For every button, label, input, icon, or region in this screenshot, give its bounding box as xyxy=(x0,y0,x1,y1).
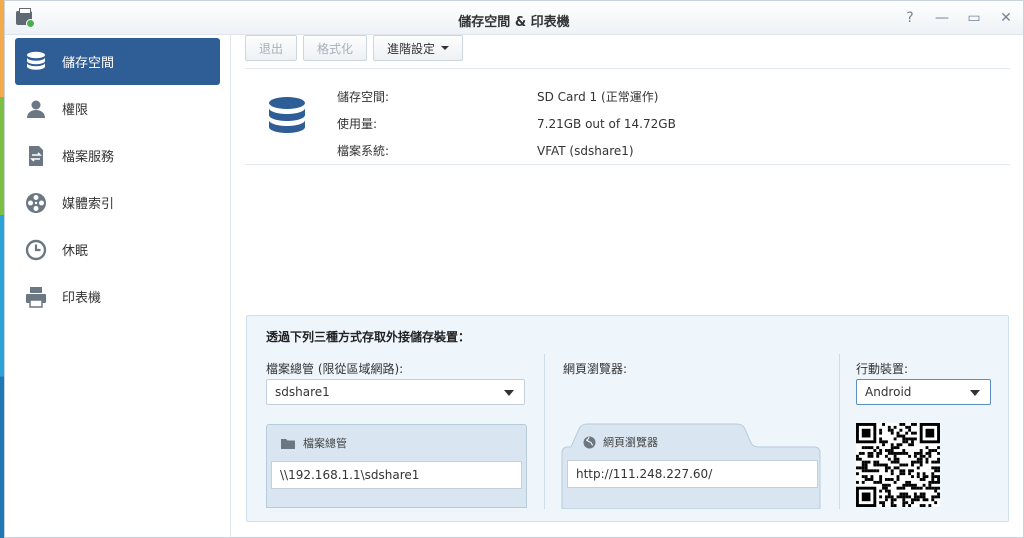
file-manager-label: 檔案總管 (限從區域網路): xyxy=(266,362,404,376)
info-row-storage: 儲存空間: SD Card 1 (正常運作) xyxy=(337,83,676,110)
browser-url-field[interactable]: http://111.248.227.60/ xyxy=(567,460,818,488)
network-path-field[interactable]: \\192.168.1.1\sdshare1 xyxy=(271,461,522,489)
mobile-label: 行動裝置: xyxy=(856,362,909,376)
sidebar-item-hibernation[interactable]: 休眠 xyxy=(15,226,220,273)
eject-button[interactable]: 退出 xyxy=(245,35,298,61)
toolbar: 退出 格式化 進階設定 xyxy=(245,35,464,62)
info-key: 儲存空間: xyxy=(337,90,390,104)
info-value: VFAT (sdshare1) xyxy=(537,143,634,158)
info-row-filesystem: 檔案系統: VFAT (sdshare1) xyxy=(337,137,676,164)
sidebar-item-permissions[interactable]: 權限 xyxy=(15,85,220,132)
chevron-down-icon[interactable] xyxy=(504,390,514,396)
browser-label: 網頁瀏覽器: xyxy=(563,362,628,376)
sidebar-item-label: 印表機 xyxy=(62,291,102,306)
divider xyxy=(245,164,1010,165)
qr-code xyxy=(856,423,940,507)
sidebar-item-storage[interactable]: 儲存空間 xyxy=(15,38,220,85)
globe-icon xyxy=(583,436,596,448)
folder-icon xyxy=(281,438,295,449)
sidebar-item-label: 媒體索引 xyxy=(62,197,115,212)
chevron-down-icon xyxy=(441,46,450,50)
info-value: 7.21GB out of 14.72GB xyxy=(537,116,676,131)
sidebar-item-label: 休眠 xyxy=(62,244,89,259)
clock-icon xyxy=(25,239,47,261)
mobile-platform-select[interactable]: Android xyxy=(856,379,991,405)
sidebar-item-printer[interactable]: 印表機 xyxy=(15,273,220,320)
storage-database-icon xyxy=(268,97,306,142)
access-title: 透過下列三種方式存取外接儲存裝置： xyxy=(266,330,471,344)
info-key: 檔案系統: xyxy=(337,144,390,158)
access-methods-panel: 透過下列三種方式存取外接儲存裝置： 檔案總管 (限從區域網路): sdshare… xyxy=(246,315,1009,522)
window-title: 儲存空間 & 印表機 xyxy=(458,15,570,30)
info-row-usage: 使用量: 7.21GB out of 14.72GB xyxy=(337,110,676,137)
advanced-settings-label: 進階設定 xyxy=(387,41,436,56)
info-key: 使用量: xyxy=(337,117,378,131)
share-select-value: sdshare1 xyxy=(275,385,330,399)
sidebar-item-label: 權限 xyxy=(62,103,89,118)
maximize-icon[interactable]: ▭ xyxy=(965,9,983,27)
format-button[interactable]: 格式化 xyxy=(303,35,368,61)
sidebar-item-label: 檔案服務 xyxy=(62,150,115,165)
advanced-settings-button[interactable]: 進階設定 xyxy=(373,35,464,61)
column-divider xyxy=(544,354,545,509)
file-manager-card: 檔案總管 \\192.168.1.1\sdshare1 xyxy=(266,424,527,508)
main-panel: 退出 格式化 進階設定 儲存空間: SD Card 1 (正常運作) 使用量: … xyxy=(232,35,1023,537)
database-icon xyxy=(25,51,47,73)
minimize-icon[interactable]: — xyxy=(933,9,951,27)
title-bar[interactable]: 儲存空間 & 印表機 ? — ▭ ✕ xyxy=(5,1,1023,35)
share-select[interactable]: sdshare1 xyxy=(266,379,525,405)
column-divider xyxy=(839,354,840,509)
divider xyxy=(245,68,1010,69)
sidebar-item-media-index[interactable]: 媒體索引 xyxy=(15,179,220,226)
help-icon[interactable]: ? xyxy=(901,9,919,27)
file-manager-card-title: 檔案總管 xyxy=(303,437,347,450)
close-icon[interactable]: ✕ xyxy=(997,9,1015,27)
sidebar-item-file-service[interactable]: 檔案服務 xyxy=(15,132,220,179)
user-icon xyxy=(25,98,47,120)
sidebar: 儲存空間 權限 檔案服務 媒體索引 休眠 印表機 xyxy=(5,35,231,537)
film-reel-icon xyxy=(25,192,47,214)
mobile-platform-value: Android xyxy=(865,385,912,399)
chevron-down-icon[interactable] xyxy=(970,390,980,396)
info-value: SD Card 1 (正常運作) xyxy=(537,90,659,104)
browser-card-title: 網頁瀏覽器 xyxy=(603,436,658,449)
sidebar-item-label: 儲存空間 xyxy=(62,56,115,71)
file-service-icon xyxy=(25,145,47,167)
app-window: 儲存空間 & 印表機 ? — ▭ ✕ 儲存空間 權限 檔案服務 媒體索引 休眠 … xyxy=(4,0,1024,538)
printer-icon xyxy=(25,286,47,308)
storage-info: 儲存空間: SD Card 1 (正常運作) 使用量: 7.21GB out o… xyxy=(337,83,676,164)
